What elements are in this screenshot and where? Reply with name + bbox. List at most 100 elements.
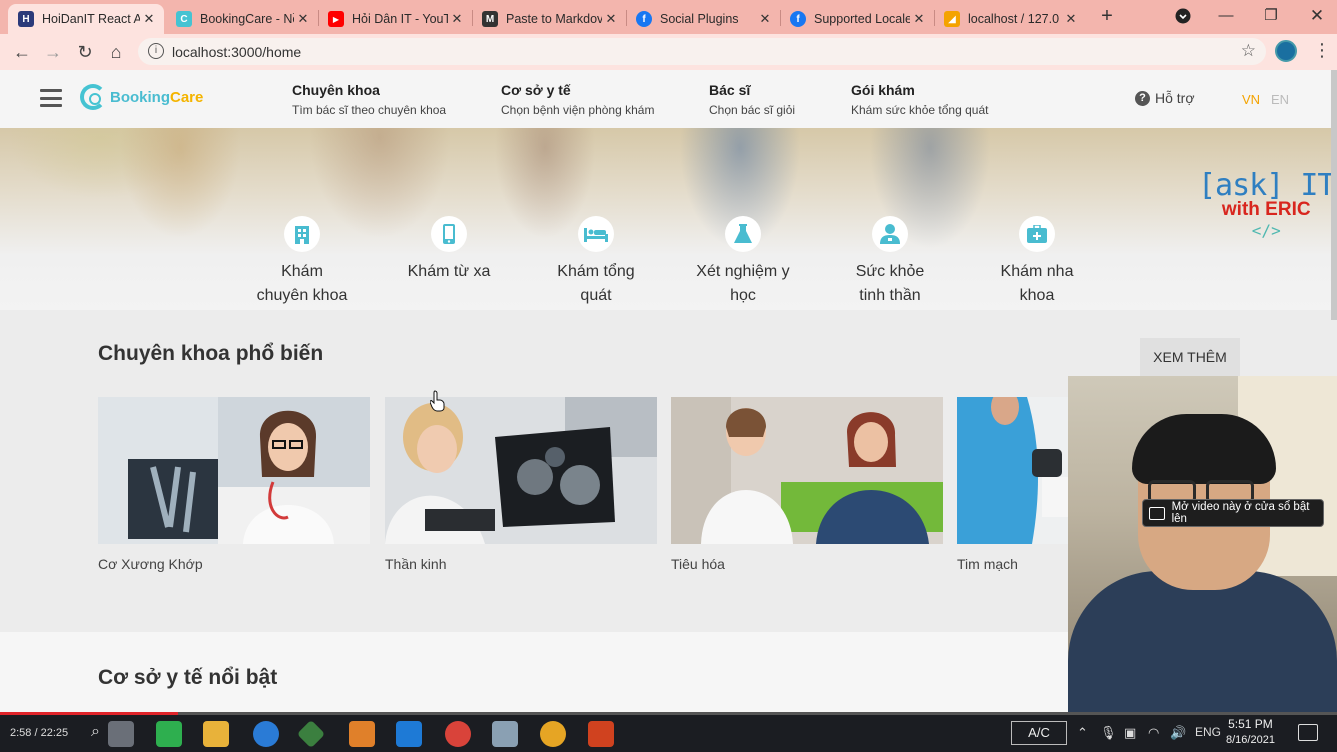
app-tray-icon[interactable]: ▣ <box>1124 725 1136 741</box>
bookingcare-favicon-icon: C <box>176 11 192 27</box>
section-title: Cơ sở y tế nổi bật <box>98 666 278 689</box>
close-icon[interactable]: ✕ <box>448 11 466 27</box>
option-dental[interactable]: Khám nha khoa <box>977 216 1097 308</box>
see-more-button[interactable]: XEM THÊM <box>1140 338 1240 376</box>
close-icon[interactable]: ✕ <box>140 11 158 27</box>
pip-label: Mở video này ở cửa sổ bật lên <box>1171 501 1310 525</box>
tab-title: Social Plugins <box>660 12 739 26</box>
tab-social-plugins[interactable]: f Social Plugins ✕ <box>626 4 780 34</box>
option-label: tinh thần <box>859 287 921 304</box>
specialty-image <box>385 397 657 544</box>
site-header: BookingCare Chuyên khoa Tìm bác sĩ theo … <box>0 70 1337 128</box>
nav-doctor[interactable]: Bác sĩ Chọn bác sĩ giỏi <box>709 82 795 117</box>
page-scrollbar[interactable] <box>1331 70 1337 320</box>
support-link[interactable]: ? Hỗ trợ <box>1135 90 1195 106</box>
site-info-icon[interactable]: i <box>148 43 164 59</box>
tab-title: BookingCare - Nề <box>200 12 294 26</box>
chrome-icon[interactable] <box>445 721 471 747</box>
profile-avatar[interactable] <box>1275 40 1297 62</box>
restore-icon[interactable]: ❐ <box>1251 4 1291 28</box>
option-lab-test[interactable]: Xét nghiệm y học <box>683 216 803 308</box>
sourcetree-icon[interactable] <box>296 719 326 749</box>
bookmark-star-icon[interactable]: ☆ <box>1241 41 1256 61</box>
task-view-icon[interactable] <box>108 721 134 747</box>
tab-bookingcare[interactable]: C BookingCare - Nề ✕ <box>166 4 318 34</box>
new-tab-button[interactable]: + <box>1087 4 1127 28</box>
chrome-icon[interactable] <box>540 721 566 747</box>
nav-facility[interactable]: Cơ sở y tế Chọn bệnh viện phòng khám <box>501 82 654 117</box>
language-vn[interactable]: VN <box>1242 92 1260 107</box>
hospital-icon <box>284 216 320 252</box>
search-icon[interactable]: ⌕ <box>91 723 100 741</box>
language-en[interactable]: EN <box>1271 92 1289 107</box>
option-label: chuyên khoa <box>256 287 348 304</box>
specialty-card[interactable]: Thần kinh <box>385 397 657 572</box>
logo-mark-icon <box>80 84 106 110</box>
tab-title: localhost / 127.0 <box>968 12 1060 26</box>
camtasia-icon[interactable] <box>588 721 614 747</box>
option-label: quát <box>580 287 612 304</box>
microphone-icon[interactable]: 🎙 <box>1100 725 1117 741</box>
specialty-image <box>957 397 1068 544</box>
picture-in-picture-tooltip[interactable]: Mở video này ở cửa sổ bật lên <box>1142 499 1324 527</box>
window-close-icon[interactable]: ✕ <box>1297 4 1337 28</box>
option-remote[interactable]: Khám từ xa <box>389 216 509 284</box>
hamburger-menu-icon[interactable] <box>40 89 62 107</box>
markdown-favicon-icon: M <box>482 11 498 27</box>
nav-title: Cơ sở y tế <box>501 82 571 98</box>
xampp-icon[interactable] <box>349 721 375 747</box>
option-mental-health[interactable]: Sức khỏe tinh thần <box>830 216 950 308</box>
minimize-icon[interactable]: — <box>1206 4 1246 28</box>
tab-search-icon[interactable] <box>1163 4 1203 28</box>
option-specialty[interactable]: Khám chuyên khoa <box>242 216 362 308</box>
notification-center-icon[interactable] <box>1298 724 1318 741</box>
browser-menu-icon[interactable]: ⋮ <box>1313 40 1331 61</box>
logo-suffix: Care <box>170 88 204 106</box>
tab-title: Paste to Markdov <box>506 12 602 26</box>
volume-icon[interactable]: 🔊 <box>1170 725 1186 741</box>
forward-icon[interactable]: → <box>41 40 65 64</box>
vscode-icon[interactable] <box>396 721 422 747</box>
hand-cursor-icon <box>430 390 445 412</box>
tab-paste-to-markdown[interactable]: M Paste to Markdov ✕ <box>472 4 626 34</box>
bookingcare-logo[interactable]: BookingCare <box>80 84 203 110</box>
nav-package[interactable]: Gói khám Khám sức khỏe tổng quát <box>851 82 988 117</box>
skype-icon[interactable] <box>253 721 279 747</box>
facebook-favicon-icon: f <box>790 11 806 27</box>
bed-icon <box>578 216 614 252</box>
home-icon[interactable]: ⌂ <box>104 40 128 64</box>
close-icon[interactable]: ✕ <box>1062 11 1080 27</box>
nav-subtitle: Tìm bác sĩ theo chuyên khoa <box>292 103 447 117</box>
specialty-card[interactable]: Tim mạch <box>957 397 1068 572</box>
input-language[interactable]: ENG <box>1195 725 1221 739</box>
close-icon[interactable]: ✕ <box>602 11 620 27</box>
option-general[interactable]: Khám tổng quát <box>536 216 656 308</box>
close-icon[interactable]: ✕ <box>910 11 928 27</box>
url-text[interactable]: localhost:3000/home <box>172 44 301 60</box>
specialty-card[interactable]: Tiêu hóa <box>671 397 943 572</box>
chevron-up-icon[interactable]: ⌃ <box>1077 725 1088 741</box>
close-icon[interactable]: ✕ <box>294 11 312 27</box>
tab-supported-locales[interactable]: f Supported Locale ✕ <box>780 4 934 34</box>
notepad-icon[interactable] <box>492 721 518 747</box>
specialty-card[interactable]: Cơ Xương Khớp <box>98 397 370 572</box>
tab-title: Supported Locale <box>814 12 910 26</box>
tab-youtube[interactable]: ▶ Hỏi Dân IT - YouT ✕ <box>318 4 472 34</box>
youtube-favicon-icon: ▶ <box>328 11 344 27</box>
tab-phpmyadmin[interactable]: ◢ localhost / 127.0 ✕ <box>934 4 1086 34</box>
tab-hoidanit-react[interactable]: H HoiDanIT React A ✕ <box>8 4 164 34</box>
react-favicon-icon: H <box>18 11 34 27</box>
taskbar-clock[interactable]: 5:51 PM 8/16/2021 <box>1226 717 1275 746</box>
question-circle-icon: ? <box>1135 90 1150 106</box>
back-icon[interactable]: ← <box>10 40 34 64</box>
reload-icon[interactable]: ↻ <box>73 40 97 64</box>
cmd-app-icon[interactable] <box>156 721 182 747</box>
wifi-icon[interactable]: ◠ <box>1148 725 1159 741</box>
ac-indicator[interactable]: A/C <box>1011 721 1067 745</box>
option-label: Khám nha <box>1000 263 1074 280</box>
address-bar[interactable]: i localhost:3000/home ☆ <box>138 38 1266 65</box>
nav-specialty[interactable]: Chuyên khoa Tìm bác sĩ theo chuyên khoa <box>292 82 446 117</box>
file-explorer-icon[interactable] <box>203 721 229 747</box>
close-icon[interactable]: ✕ <box>756 11 774 27</box>
option-label: Xét nghiệm y <box>696 263 790 280</box>
